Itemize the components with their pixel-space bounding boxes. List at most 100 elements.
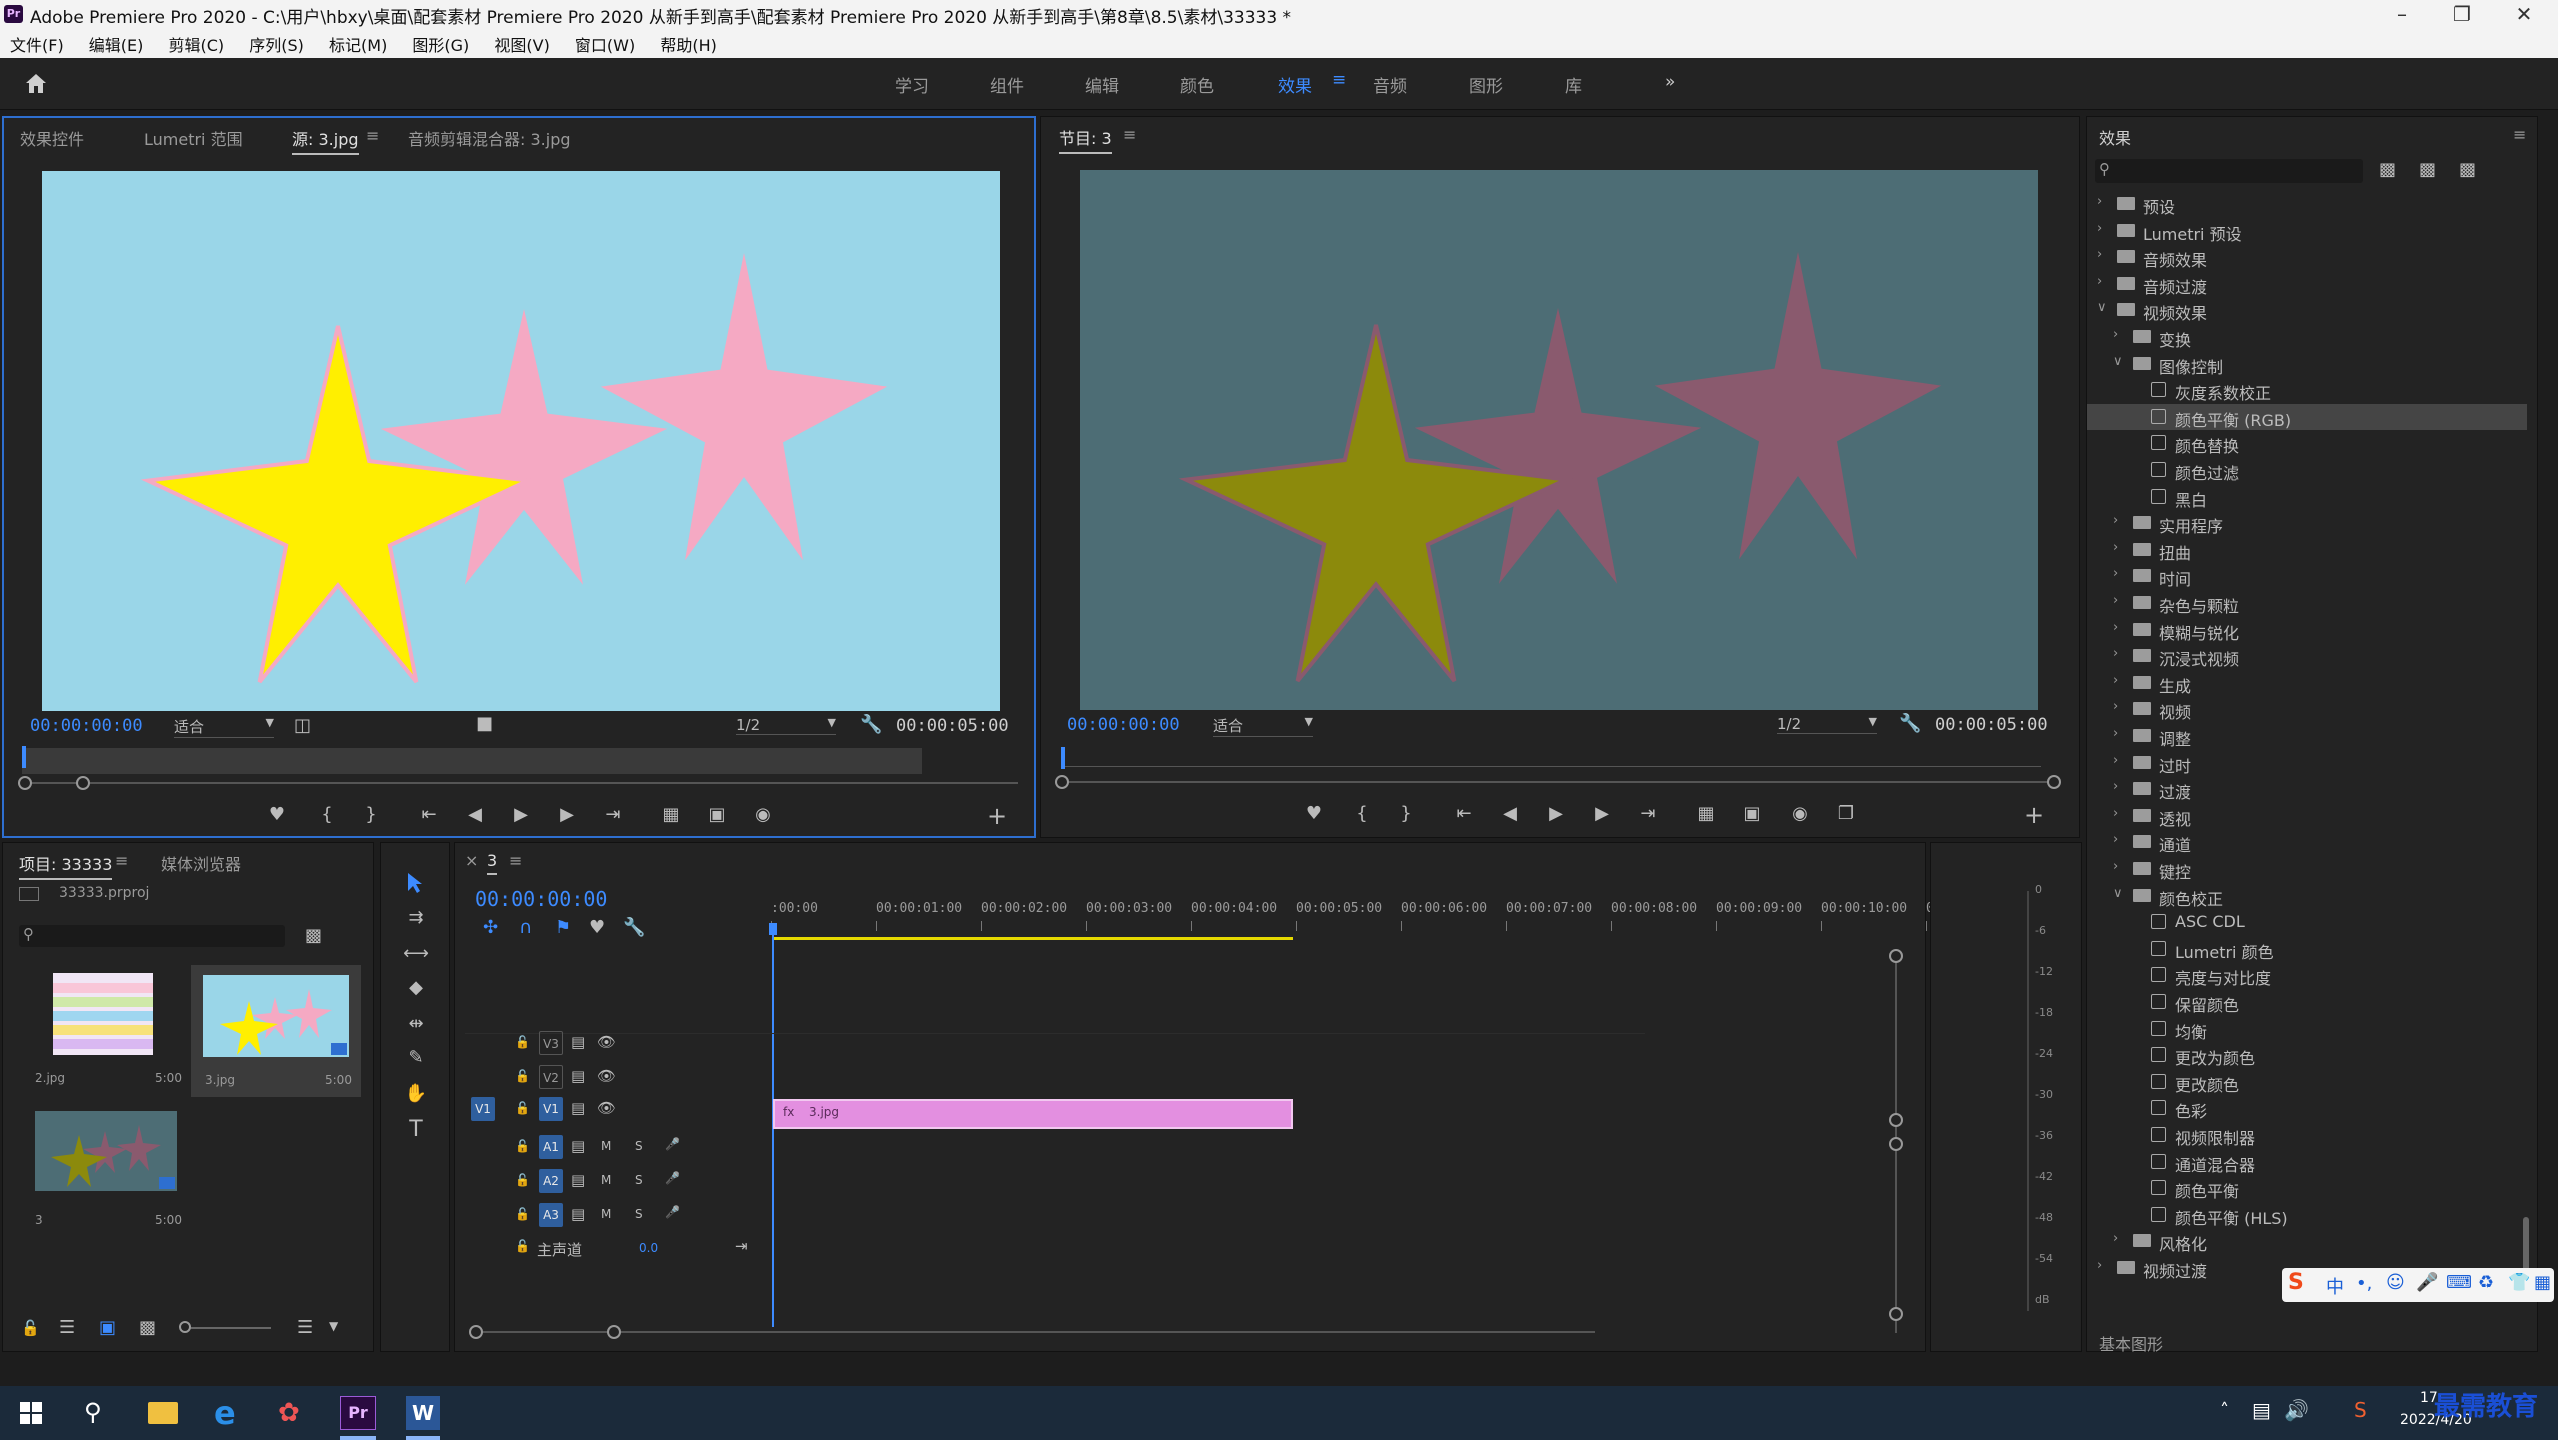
sort-icon[interactable]: ☰ [297, 1317, 313, 1338]
effect-item[interactable]: 颜色平衡 (HLS) [2087, 1202, 2527, 1228]
program-zoom-handle-right[interactable] [2047, 775, 2061, 789]
chevron-down-icon[interactable]: ▼ [329, 1319, 338, 1333]
tab-menu-icon[interactable]: ≡ [366, 126, 379, 145]
yuv-effects-icon[interactable]: ▩ [2459, 159, 2476, 180]
effect-folder[interactable]: ∨ 图像控制 [2087, 351, 2527, 377]
program-time-ruler[interactable] [1061, 749, 2041, 767]
wrench-icon[interactable]: 🔧 [1899, 713, 1921, 734]
thumbnail-size-handle[interactable] [179, 1321, 191, 1333]
go-to-end-icon[interactable]: ⇥ [735, 1237, 748, 1255]
chevron-right-icon[interactable]: › [2113, 327, 2118, 342]
nest-icon[interactable]: ✣ [483, 917, 498, 938]
menu-sequence[interactable]: 序列(S) [239, 28, 314, 56]
workspace-graphics[interactable]: 图形 [1469, 72, 1503, 97]
chevron-right-icon[interactable]: › [2113, 513, 2118, 528]
vscroll-handle-bottom[interactable] [1889, 1307, 1903, 1321]
chevron-right-icon[interactable]: › [2113, 753, 2118, 768]
workspace-menu-icon[interactable]: ≡ [1332, 70, 1346, 90]
emoji-icon[interactable]: ☺ [2386, 1272, 2405, 1293]
home-icon[interactable] [24, 72, 48, 94]
minimize-icon[interactable]: – [2372, 0, 2432, 28]
search-icon[interactable]: ⚲ [84, 1398, 102, 1426]
effect-folder[interactable]: ∨ 视频效果 [2087, 297, 2527, 323]
insert-icon[interactable]: ▦ [656, 804, 686, 825]
chevron-right-icon[interactable]: › [2113, 646, 2118, 661]
project-item[interactable]: 3 5:00 [21, 1105, 185, 1237]
hscroll-handle-right[interactable] [607, 1325, 621, 1339]
vscroll-handle-mid[interactable] [1889, 1113, 1903, 1127]
sync-lock-icon[interactable]: ▤ [571, 1171, 585, 1189]
restore-icon[interactable]: ❐ [2432, 0, 2492, 28]
ripple-edit-tool-icon[interactable]: ⟷ [401, 943, 431, 964]
effect-folder[interactable]: › 风格化 [2087, 1228, 2527, 1254]
tab-program[interactable]: 节目: 3 [1059, 125, 1112, 154]
microphone-icon[interactable]: 🎤 [2416, 1272, 2438, 1293]
chevron-down-icon[interactable]: ∨ [2097, 300, 2107, 315]
go-to-out-icon[interactable]: ⇥ [598, 804, 628, 825]
chevron-right-icon[interactable]: › [2097, 1258, 2102, 1273]
mute-button[interactable]: M [601, 1207, 611, 1221]
extract-icon[interactable]: ▣ [1737, 803, 1767, 824]
effect-folder[interactable]: › 调整 [2087, 723, 2527, 749]
lock-icon[interactable]: 🔓 [515, 1239, 530, 1253]
chevron-down-icon[interactable]: ∨ [2113, 354, 2123, 369]
timeline-timecode[interactable]: 00:00:00:00 [475, 887, 607, 911]
effect-folder[interactable]: › 过时 [2087, 750, 2527, 776]
sogou-tray-icon[interactable]: S [2354, 1398, 2367, 1422]
tab-menu-icon[interactable]: ≡ [115, 851, 128, 870]
source-time-ruler[interactable] [22, 748, 922, 774]
program-video-frame[interactable] [1080, 170, 2038, 710]
add-marker-icon[interactable]: ♥ [1299, 803, 1329, 824]
eye-icon[interactable]: 👁 [597, 1067, 616, 1085]
eye-icon[interactable]: 👁 [597, 1099, 616, 1117]
panel-menu-icon[interactable]: ≡ [2513, 125, 2526, 144]
edge-browser-icon[interactable]: e [214, 1394, 236, 1432]
tab-essential-graphics[interactable]: 基本图形 [2099, 1331, 2163, 1355]
network-icon[interactable]: ▤ [2252, 1398, 2271, 1422]
tab-menu-icon[interactable]: ≡ [1123, 125, 1136, 144]
premiere-taskbar-icon[interactable]: Pr [340, 1396, 376, 1430]
punctuation-icon[interactable]: •, [2356, 1273, 2372, 1294]
mark-out-icon[interactable]: } [356, 804, 386, 825]
work-area-bar[interactable] [773, 937, 1293, 940]
microphone-icon[interactable]: 🎤 [665, 1205, 680, 1219]
effect-item[interactable]: 颜色过滤 [2087, 457, 2527, 483]
track-target-v2[interactable]: V2 [539, 1065, 563, 1089]
snap-icon[interactable]: ∩ [519, 917, 532, 938]
step-forward-icon[interactable]: ▶ [552, 804, 582, 825]
lock-icon[interactable]: 🔓 [21, 1319, 40, 1337]
program-zoom-bar[interactable] [1055, 781, 2061, 783]
go-to-out-icon[interactable]: ⇥ [1633, 803, 1663, 824]
step-back-icon[interactable]: ◀ [460, 804, 490, 825]
track-target-a3[interactable]: A3 [539, 1203, 563, 1227]
source-fit-dropdown[interactable]: 适合 ▼ [174, 716, 274, 738]
project-item[interactable]: 2.jpg 5:00 [21, 965, 185, 1095]
program-zoom-handle-left[interactable] [1055, 775, 1069, 789]
timeline-ruler[interactable]: :00:00 00:00:01:00 00:00:02:00 00:00:03:00 0… [771, 901, 1934, 931]
effect-item[interactable]: 灰度系数校正 [2087, 377, 2527, 403]
effect-item[interactable]: 亮度与对比度 [2087, 962, 2527, 988]
step-back-icon[interactable]: ◀ [1495, 803, 1525, 824]
effect-item[interactable]: 保留颜色 [2087, 989, 2527, 1015]
effect-folder[interactable]: ∨ 颜色校正 [2087, 883, 2527, 909]
menu-file[interactable]: 文件(F) [0, 28, 74, 56]
word-taskbar-icon[interactable]: W [406, 1396, 440, 1430]
effect-item[interactable]: 更改颜色 [2087, 1069, 2527, 1095]
project-search-input[interactable]: ⚲ [19, 925, 285, 947]
effect-folder[interactable]: › 实用程序 [2087, 510, 2527, 536]
lock-icon[interactable]: 🔓 [515, 1139, 530, 1153]
chevron-right-icon[interactable]: › [2113, 726, 2118, 741]
add-marker-icon[interactable]: ♥ [589, 917, 605, 938]
effect-folder[interactable]: › 透视 [2087, 803, 2527, 829]
track-target-a2[interactable]: A2 [539, 1169, 563, 1193]
solo-button[interactable]: S [635, 1173, 643, 1187]
razor-tool-icon[interactable]: ◆ [401, 977, 431, 998]
hand-tool-icon[interactable]: ✋ [401, 1083, 431, 1104]
icon-view-icon[interactable]: ▣ [99, 1317, 116, 1338]
menu-help[interactable]: 帮助(H) [650, 28, 727, 56]
track-target-v3[interactable]: V3 [539, 1031, 563, 1055]
effects-search-input[interactable]: ⚲ [2095, 159, 2363, 183]
workspace-effects[interactable]: 效果 [1278, 72, 1312, 97]
mark-out-icon[interactable]: } [1391, 803, 1421, 824]
video-clip[interactable]: fx 3.jpg [773, 1099, 1293, 1129]
